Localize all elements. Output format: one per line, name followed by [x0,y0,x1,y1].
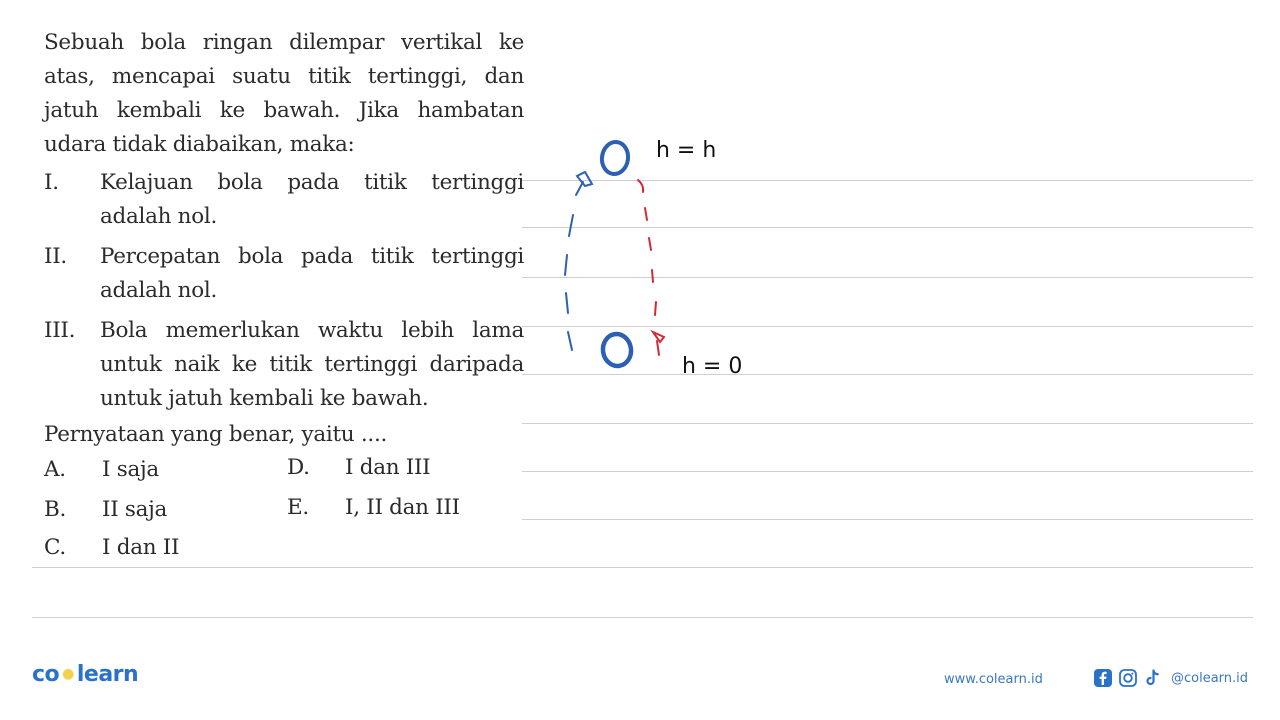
stem-line: udara tidak diabaikan, maka: [44,132,355,157]
downward-path [637,179,666,356]
ruled-line [32,567,1253,568]
statement-item: I. Kelajuan bola pada titik tertinggi ad… [44,166,524,234]
option-text: I dan III [345,455,431,480]
question-prompt: Pernyataan yang benar, yaitu .... [44,422,388,447]
option-a[interactable]: A. I saja [44,450,159,490]
question-block: Sebuah bola ringan dilempar vertikal ke … [44,26,524,452]
statement-item: II. Percepatan bola pada titik tertinggi… [44,240,524,308]
option-d[interactable]: D. I dan III [287,448,431,488]
top-height-label: h = h [656,138,716,163]
option-text: I, II dan III [345,495,460,520]
statement-number: II. [44,244,67,269]
option-e[interactable]: E. I, II dan III [287,488,460,528]
bottom-height-label: h = 0 [682,354,742,379]
question-stem: Sebuah bola ringan dilempar vertikal ke … [44,26,524,162]
option-text: II saja [102,497,168,522]
option-c[interactable]: C. I dan II [44,528,179,568]
option-label: E. [287,495,309,520]
statement-number: III. [44,318,76,343]
ruled-line [32,617,1253,618]
colearn-logo: co ● learn [32,662,139,687]
option-text: I dan II [102,535,180,560]
logo-left: co [32,662,60,687]
option-label: A. [44,457,66,482]
ball-bottom [600,331,634,369]
statement-text: Kelajuan bola pada titik tertinggi adala… [100,170,524,229]
ruled-line [522,471,1253,472]
statement-number: I. [44,170,59,195]
option-label: B. [44,497,67,522]
ruled-line [522,519,1253,520]
stem-line: atas, mencapai suatu titik tertinggi, da… [44,64,524,89]
option-label: D. [287,455,310,480]
option-b[interactable]: B. II saja [44,490,167,530]
website-link[interactable]: www.colearn.id [944,672,1043,687]
social-links: @colearn.id [1094,669,1248,687]
ruled-line [522,423,1253,424]
logo-right: learn [76,662,139,687]
ball-trajectory-sketch: h = h h = 0 [564,138,742,379]
instagram-icon[interactable] [1119,669,1137,687]
statement-item: III. Bola memerlukan waktu lebih lama un… [44,314,524,416]
option-label: C. [44,535,66,560]
logo-dot-icon: ● [62,666,74,682]
tiktok-icon[interactable] [1144,669,1162,687]
upward-path [564,170,594,351]
statement-text: Bola memerlukan waktu lebih lama untuk n… [100,318,524,411]
stem-line: Sebuah bola ringan dilempar vertikal ke [44,30,524,55]
statement-text: Percepatan bola pada titik tertinggi ada… [100,244,524,303]
social-handle[interactable]: @colearn.id [1171,671,1248,686]
ball-top [599,140,631,176]
stem-line: jatuh kembali ke bawah. Jika hambatan [44,98,524,123]
option-text: I saja [102,457,159,482]
facebook-icon[interactable] [1094,669,1112,687]
